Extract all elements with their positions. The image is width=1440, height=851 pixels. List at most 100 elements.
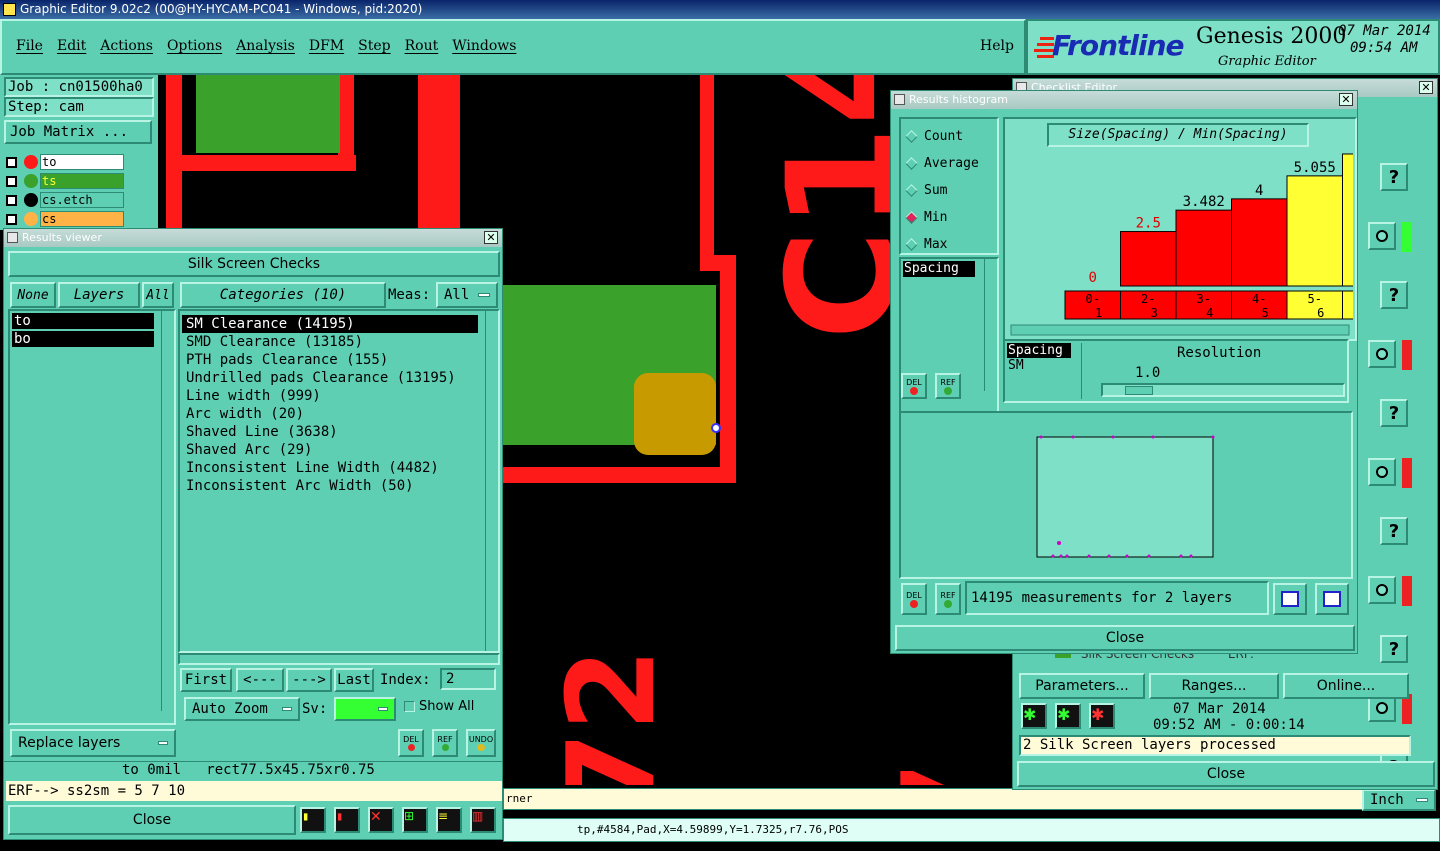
field-list-scrollbar[interactable] [984, 259, 997, 391]
replace-layers-select[interactable]: Replace layers [10, 729, 176, 757]
layer-row[interactable]: cs [4, 210, 128, 229]
viewer-close-button[interactable]: Close [8, 805, 296, 835]
category-item[interactable]: Arc width (20) [182, 405, 478, 423]
histogram-close-button[interactable]: Close [895, 625, 1355, 651]
checklist-close-button[interactable]: Close [1017, 761, 1435, 787]
categories-scrollbar[interactable] [485, 311, 498, 651]
param-scrollbar[interactable] [1081, 343, 1094, 399]
param-item-sm[interactable]: SM [1007, 358, 1079, 373]
scatter-del-icon[interactable]: DEL [901, 583, 927, 615]
ranges-button[interactable]: Ranges... [1149, 673, 1279, 699]
result-layer-item[interactable]: to [12, 313, 154, 329]
resolution-slider[interactable] [1101, 383, 1345, 397]
mode-count[interactable]: Count [905, 123, 997, 150]
viewer-ref-icon[interactable]: REF [432, 729, 458, 757]
mode-min[interactable]: Min [905, 204, 997, 231]
categories-hscrollbar[interactable] [178, 653, 500, 665]
category-item[interactable]: Line width (999) [182, 387, 478, 405]
chart-hscrollbar[interactable] [1010, 324, 1350, 336]
run-selected-icon[interactable]: ✱ [1055, 703, 1081, 729]
mode-average[interactable]: Average [905, 150, 997, 177]
index-input[interactable]: 2 [440, 668, 496, 690]
sv-select[interactable] [334, 697, 396, 721]
menu-analysis[interactable]: Analysis [236, 38, 295, 54]
layer-row[interactable]: ts [4, 172, 128, 191]
mode-max[interactable]: Max [905, 231, 997, 258]
zoom-icon[interactable] [1368, 340, 1396, 368]
menu-edit[interactable]: Edit [57, 38, 86, 54]
histogram-bar[interactable] [1286, 175, 1343, 287]
zoom-icon[interactable] [1368, 576, 1396, 604]
category-item[interactable]: SM Clearance (14195) [182, 315, 478, 333]
next-button[interactable]: ---> [286, 668, 332, 692]
layer-display-checkbox-icon[interactable] [6, 176, 17, 187]
histogram-bar[interactable] [1120, 231, 1177, 287]
help-icon[interactable]: ? [1380, 163, 1408, 191]
bin-label-box[interactable] [1342, 290, 1354, 320]
category-item[interactable]: Inconsistent Line Width (4482) [182, 459, 478, 477]
units-select[interactable]: Inch [1362, 789, 1436, 811]
menu-file[interactable]: File [16, 38, 43, 54]
result-layers-scrollbar[interactable] [161, 311, 174, 711]
field-list-item[interactable]: Spacing [903, 261, 975, 277]
help-icon[interactable]: ? [1380, 399, 1408, 427]
category-item[interactable]: Shaved Arc (29) [182, 441, 478, 459]
prev-button[interactable]: <--- [236, 668, 284, 692]
layer-display-checkbox-icon[interactable] [6, 195, 17, 206]
layer-row[interactable]: to [4, 153, 128, 172]
menu-dfm[interactable]: DFM [309, 38, 344, 54]
histogram-bar[interactable] [1342, 153, 1354, 287]
category-item[interactable]: Undrilled pads Clearance (13195) [182, 369, 478, 387]
category-item[interactable]: Shaved Line (3638) [182, 423, 478, 441]
notes-icon[interactable]: ≡ [436, 807, 462, 833]
run-icon[interactable]: ✱ [1021, 703, 1047, 729]
histogram-close-icon[interactable]: ✕ [1339, 93, 1353, 106]
run-layer-icon[interactable]: ▮ [334, 807, 360, 833]
online-button[interactable]: Online... [1283, 673, 1409, 699]
histogram-icon[interactable]: ▥ [470, 807, 496, 833]
mode-sum[interactable]: Sum [905, 177, 997, 204]
parameters-button[interactable]: Parameters... [1019, 673, 1145, 699]
layers-all-button[interactable]: All [142, 282, 174, 308]
counter-icon[interactable]: ⊞ [402, 807, 428, 833]
param-item-spacing[interactable]: Spacing [1007, 343, 1071, 358]
category-item[interactable]: Inconsistent Arc Width (50) [182, 477, 478, 495]
show-all-checkbox[interactable]: Show All [404, 699, 474, 714]
category-item[interactable]: SMD Clearance (13185) [182, 333, 478, 351]
first-button[interactable]: First [180, 668, 232, 692]
zoom-to-selection-icon[interactable] [1273, 583, 1307, 615]
help-icon[interactable]: ? [1380, 281, 1408, 309]
menu-help[interactable]: Help [980, 38, 1014, 54]
help-icon[interactable]: ? [1380, 517, 1408, 545]
hist-ref-icon[interactable]: REF [935, 373, 961, 399]
viewer-del-icon[interactable]: DEL [398, 729, 424, 757]
job-matrix-button[interactable]: Job Matrix ... [4, 120, 152, 144]
viewer-undo-icon[interactable]: UNDO [466, 729, 496, 757]
menu-options[interactable]: Options [167, 38, 222, 54]
menu-actions[interactable]: Actions [100, 38, 153, 54]
zoom-icon[interactable] [1368, 458, 1396, 486]
flag-icon[interactable]: ▮ [300, 807, 326, 833]
menu-step[interactable]: Step [358, 38, 390, 54]
zoom-out-selection-icon[interactable] [1315, 583, 1349, 615]
layer-display-checkbox-icon[interactable] [6, 214, 17, 225]
last-button[interactable]: Last [334, 668, 374, 692]
viewer-close-icon[interactable]: ✕ [484, 231, 498, 244]
categories-button[interactable]: Categories (10) [180, 282, 386, 308]
menu-windows[interactable]: Windows [452, 38, 516, 54]
result-layer-item[interactable]: bo [12, 331, 154, 347]
layers-toggle-button[interactable]: Layers [58, 282, 140, 308]
stop-icon[interactable]: ✱ [1089, 703, 1115, 729]
layers-none-button[interactable]: None [10, 282, 56, 308]
histogram-bar[interactable] [1231, 198, 1288, 287]
zoom-icon[interactable] [1368, 222, 1396, 250]
category-item[interactable]: PTH pads Clearance (155) [182, 351, 478, 369]
histogram-bar[interactable] [1175, 209, 1232, 287]
layer-row[interactable]: cs.etch [4, 191, 128, 210]
checklist-close-icon[interactable]: ✕ [1419, 81, 1433, 94]
scatter-ref-icon[interactable]: REF [935, 583, 961, 615]
hist-del-icon[interactable]: DEL [901, 373, 927, 399]
menu-rout[interactable]: Rout [405, 38, 439, 54]
clear-icon[interactable]: ✕ [368, 807, 394, 833]
layer-display-checkbox-icon[interactable] [6, 157, 17, 168]
